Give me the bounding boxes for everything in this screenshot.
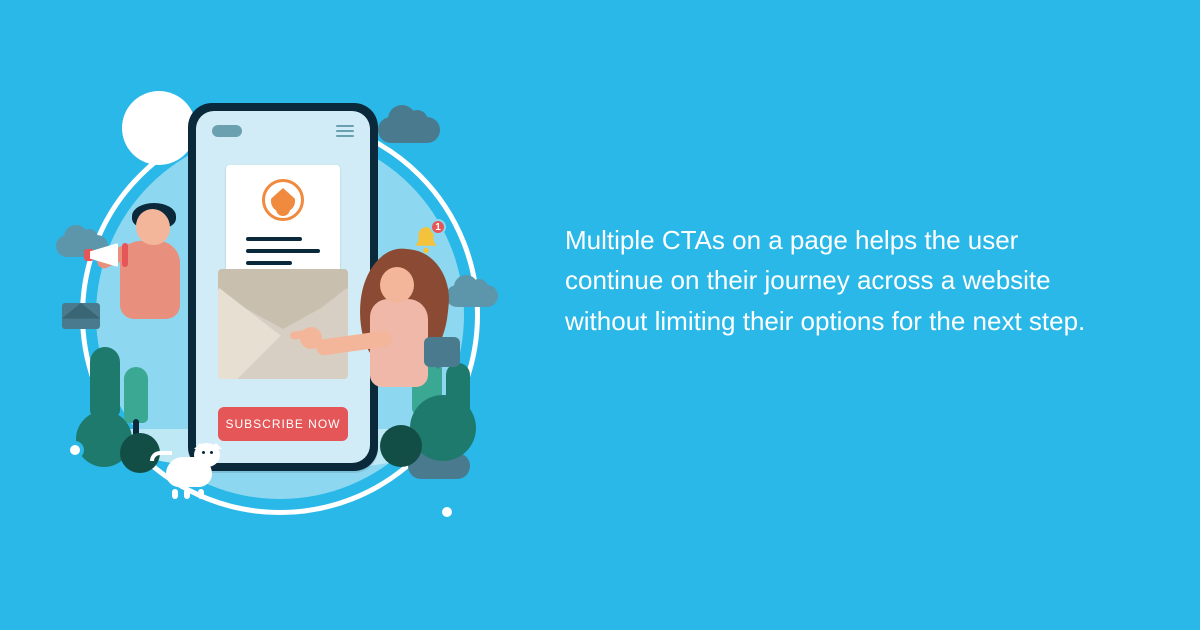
envelope-body <box>218 287 348 379</box>
phone-illustration: SUBSCRIBE NOW <box>188 103 378 471</box>
hamburger-icon <box>336 125 354 137</box>
ring-dot-icon <box>66 441 84 459</box>
phone-screen: SUBSCRIBE NOW <box>196 111 370 463</box>
cat-icon <box>156 437 226 495</box>
envelope-icon <box>62 303 100 329</box>
person-pointing-icon <box>356 249 486 449</box>
avatar-icon <box>262 179 304 221</box>
subscribe-button[interactable]: SUBSCRIBE NOW <box>218 407 348 441</box>
cloud-icon <box>378 117 440 143</box>
sun-icon <box>122 91 196 165</box>
hero-illustration: SUBSCRIBE NOW 1 <box>60 85 500 525</box>
bell-icon: 1 <box>412 225 440 255</box>
notification-badge: 1 <box>430 219 446 235</box>
description-text: Multiple CTAs on a page helps the user c… <box>565 220 1105 341</box>
chat-icon <box>424 337 460 367</box>
status-pill-icon <box>212 125 242 137</box>
person-megaphone-icon <box>92 205 192 365</box>
ring-dot-icon <box>438 503 456 521</box>
megaphone-icon <box>84 239 126 271</box>
tree-icon <box>124 367 148 423</box>
